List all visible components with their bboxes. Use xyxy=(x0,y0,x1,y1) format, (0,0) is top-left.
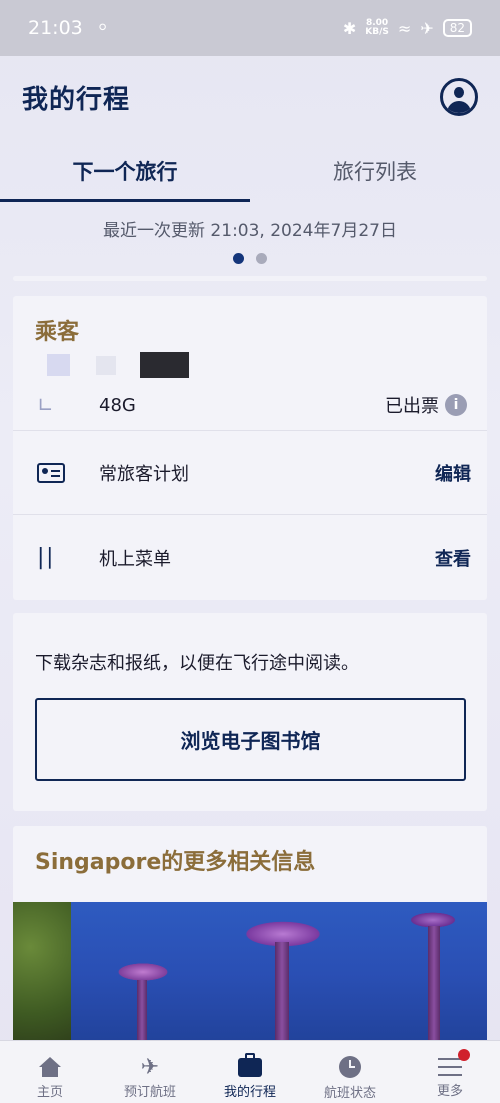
info-icon[interactable]: i xyxy=(445,394,467,416)
e-library-description: 下载杂志和报纸，以便在飞行途中阅读。 xyxy=(35,653,359,674)
membership-card-icon-shape xyxy=(37,462,65,483)
tab-trip-list[interactable]: 旅行列表 xyxy=(250,140,500,202)
network-speed-unit: KB/S xyxy=(365,27,389,37)
nav-more[interactable]: 更多 xyxy=(400,1041,500,1103)
clock-icon xyxy=(339,1056,361,1078)
last-update-text: 最近一次更新 21:03, 2024年7月27日 xyxy=(103,221,397,241)
nav-home[interactable]: 主页 xyxy=(0,1041,100,1103)
redacted-name xyxy=(96,356,116,375)
photo-supertree xyxy=(275,942,289,1046)
header: 我的行程 xyxy=(0,56,500,138)
photo-foliage xyxy=(13,902,71,1046)
membership-card-icon xyxy=(37,462,65,483)
seat-row: ∟ 48G 已出票 i xyxy=(13,384,487,426)
home-icon xyxy=(39,1057,61,1077)
browse-e-library-button[interactable]: 浏览电子图书馆 xyxy=(35,698,466,781)
pager-dots xyxy=(0,253,500,264)
wifi-icon: ≈ xyxy=(397,18,412,38)
notification-icon: ⚪ xyxy=(96,20,109,36)
nav-label: 我的行程 xyxy=(223,1085,276,1100)
redacted-name xyxy=(140,352,189,378)
notification-badge xyxy=(458,1049,470,1061)
destination-title: Singapore的更多相关信息 xyxy=(35,850,316,875)
frequent-flyer-label: 常旅客计划 xyxy=(99,463,189,485)
bluetooth-icon: ✱ xyxy=(342,18,357,38)
nav-label: 预订航班 xyxy=(123,1085,176,1100)
airplane-icon: ✈ xyxy=(140,1055,160,1080)
passenger-card: 乘客 ∟ 48G 已出票 i 常旅客计划 编辑 |∣ 机上菜单 查看 xyxy=(13,296,487,600)
status-bar: 21:03 ⚪ ✱ 8.00 KB/S ≈ ✈ 82 xyxy=(0,0,500,56)
card-peek xyxy=(13,276,487,281)
passenger-section-title: 乘客 xyxy=(35,320,80,345)
view-menu-link[interactable]: 查看 xyxy=(435,545,471,571)
battery-indicator: 82 xyxy=(442,19,472,37)
inflight-menu-label: 机上菜单 xyxy=(99,548,171,570)
frequent-flyer-row[interactable]: 常旅客计划 编辑 xyxy=(13,430,487,514)
redacted-name xyxy=(47,354,70,376)
nav-label: 航班状态 xyxy=(323,1086,376,1101)
bottom-nav: 主页 ✈ 预订航班 我的行程 航班状态 更多 xyxy=(0,1040,500,1103)
trip-tabs: 下一个旅行 旅行列表 xyxy=(0,140,500,202)
edit-frequent-flyer-link[interactable]: 编辑 xyxy=(435,460,471,486)
nav-my-trips[interactable]: 我的行程 xyxy=(200,1041,300,1103)
briefcase-icon xyxy=(238,1053,262,1077)
nav-flight-status[interactable]: 航班状态 xyxy=(300,1041,400,1103)
destination-photo xyxy=(13,902,487,1046)
cutlery-icon: |∣ xyxy=(37,545,56,570)
pager-dot[interactable] xyxy=(256,253,267,264)
status-time: 21:03 xyxy=(28,17,83,39)
inflight-menu-row[interactable]: |∣ 机上菜单 查看 xyxy=(13,514,487,600)
profile-icon[interactable] xyxy=(440,78,478,116)
page-title: 我的行程 xyxy=(22,84,131,115)
destination-card[interactable]: Singapore的更多相关信息 xyxy=(13,826,487,1046)
photo-supertree xyxy=(137,980,147,1046)
photo-supertree xyxy=(428,926,440,1046)
profile-icon-head xyxy=(454,87,464,98)
menu-icon xyxy=(438,1058,462,1076)
nav-book-flight[interactable]: ✈ 预订航班 xyxy=(100,1041,200,1103)
seat-icon: ∟ xyxy=(37,393,54,417)
profile-icon-body xyxy=(447,101,471,113)
e-library-card: 下载杂志和报纸，以便在飞行途中阅读。 浏览电子图书馆 xyxy=(13,613,487,811)
airplane-mode-icon: ✈ xyxy=(420,18,434,38)
network-speed: 8.00 KB/S xyxy=(365,19,389,37)
seat-number: 48G xyxy=(99,394,136,416)
ticket-status: 已出票 xyxy=(385,396,439,417)
tab-next-trip[interactable]: 下一个旅行 xyxy=(0,140,250,202)
nav-label: 主页 xyxy=(36,1085,63,1100)
pager-dot[interactable] xyxy=(233,253,244,264)
nav-label: 更多 xyxy=(436,1084,463,1099)
status-icons: ✱ 8.00 KB/S ≈ ✈ 82 xyxy=(343,19,472,38)
